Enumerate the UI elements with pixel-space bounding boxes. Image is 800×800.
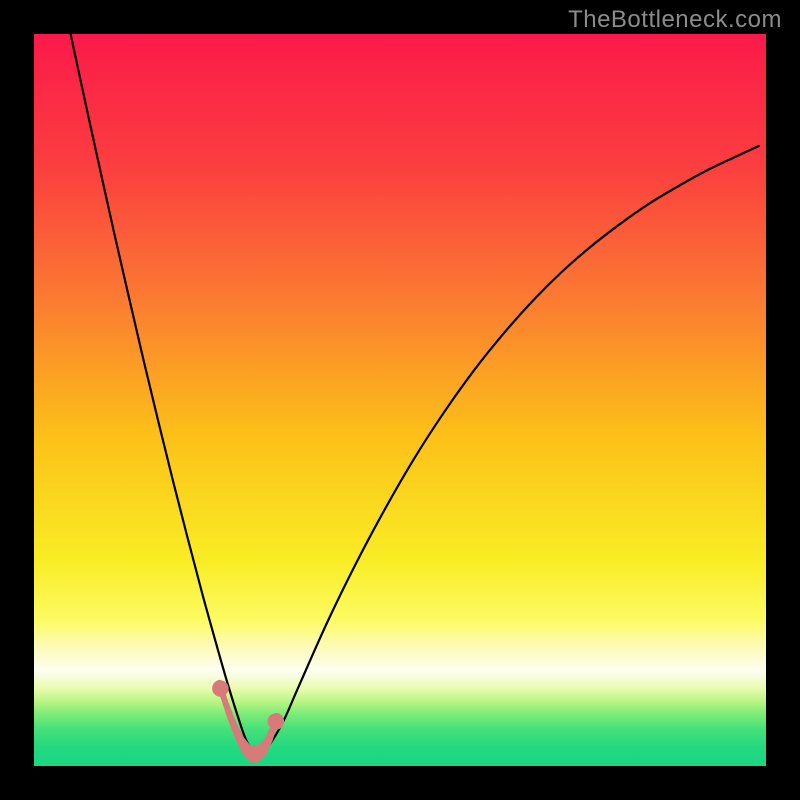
watermark-text: TheBottleneck.com bbox=[568, 6, 782, 34]
bottom-marker-cap bbox=[213, 680, 229, 696]
bottom-marker-cap bbox=[268, 713, 284, 729]
bottleneck-plot bbox=[0, 0, 800, 800]
plot-background bbox=[34, 34, 766, 766]
chart-frame: TheBottleneck.com bbox=[0, 0, 800, 800]
